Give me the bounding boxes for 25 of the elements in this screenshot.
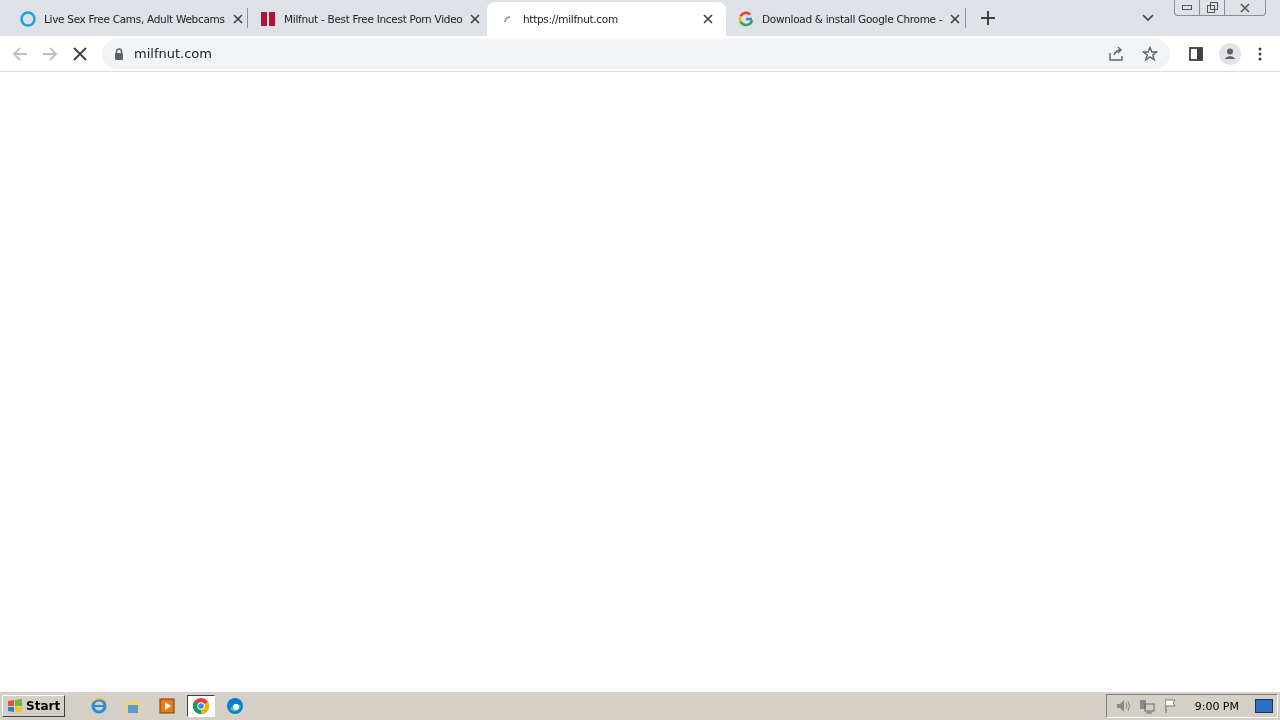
windows-logo-icon (7, 699, 23, 713)
address-bar[interactable]: milfnut.com (102, 38, 1170, 69)
browser-tab[interactable]: Live Sex Free Cams, Adult Webcams (8, 2, 247, 36)
browser-tab[interactable]: Milfnut - Best Free Incest Porn Video (248, 2, 487, 36)
edge-icon[interactable] (226, 697, 245, 715)
profile-icon[interactable] (1218, 41, 1242, 66)
favicon-icon (260, 11, 276, 27)
media-player-icon[interactable] (159, 698, 176, 714)
browser-tab[interactable]: Download & install Google Chrome - (726, 2, 965, 36)
clock[interactable]: 9:00 PM (1194, 699, 1239, 713)
google-logo-icon (738, 11, 754, 27)
loading-spinner-icon (503, 15, 511, 23)
tab-title: Milfnut - Best Free Incest Porn Video (284, 13, 463, 25)
flag-icon[interactable] (1162, 698, 1179, 714)
show-desktop-icon[interactable] (1255, 699, 1273, 713)
start-button[interactable]: Start (2, 695, 66, 717)
ring-icon (20, 11, 36, 27)
tab-title: Download & install Google Chrome - (762, 13, 943, 25)
lock-icon (114, 47, 124, 60)
tab-title: https://milfnut.com (523, 13, 619, 25)
network-icon[interactable] (1138, 698, 1155, 714)
chrome-icon[interactable] (192, 697, 211, 715)
browser-tab[interactable]: https://milfnut.com (487, 2, 726, 36)
tab-title: Live Sex Free Cams, Adult Webcams (44, 13, 225, 25)
url-text: milfnut.com (134, 46, 213, 61)
